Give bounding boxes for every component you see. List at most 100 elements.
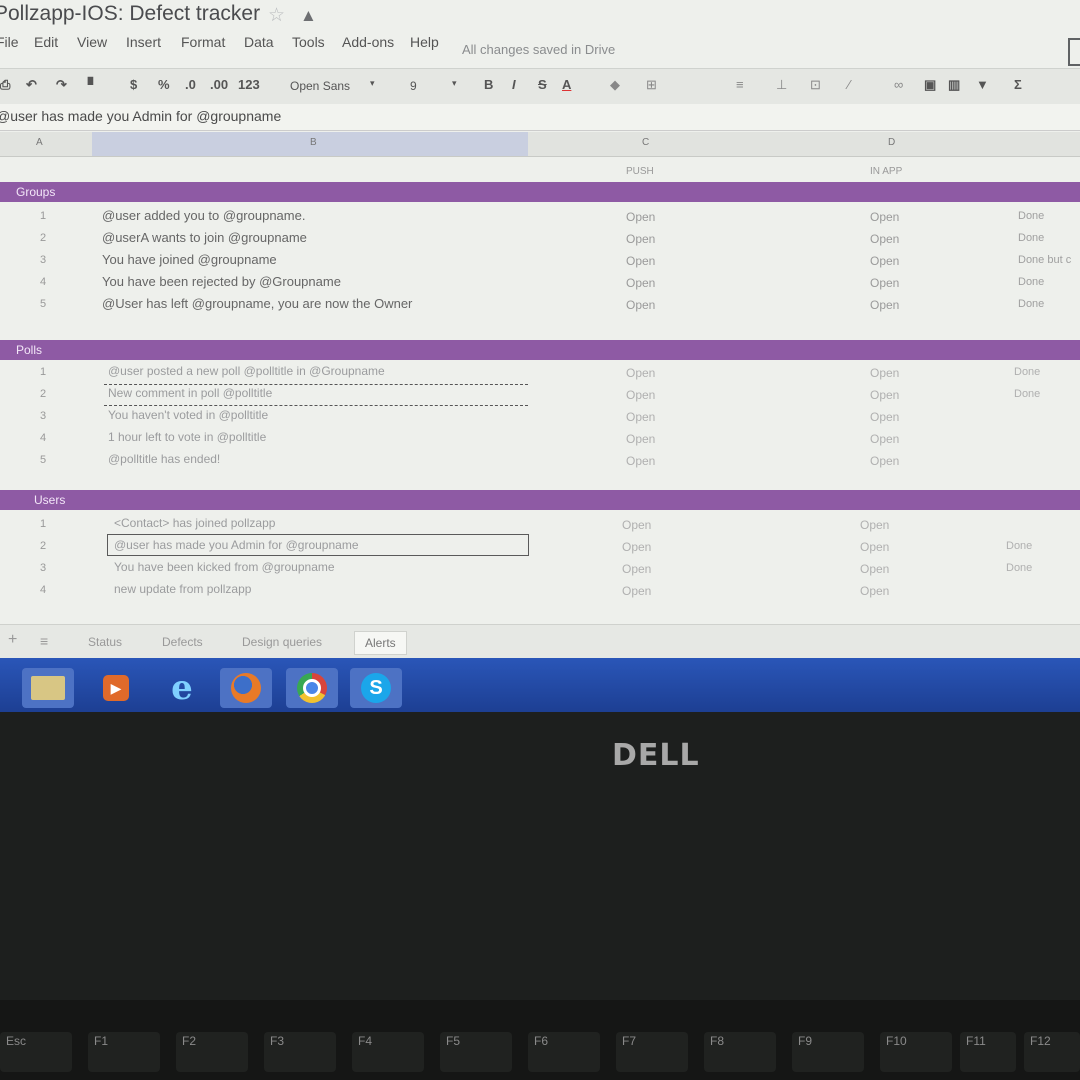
table-row[interactable]: 1 <Contact> has joined pollzapp Open Open xyxy=(0,514,1080,536)
key-f3[interactable]: F3 xyxy=(264,1032,336,1072)
alert-text: New comment in poll @polltitle xyxy=(108,386,273,400)
media-player-icon[interactable]: ▶ xyxy=(90,668,142,708)
table-row[interactable]: 4 You have been rejected by @Groupname Ope… xyxy=(0,272,1080,294)
column-header-b[interactable]: B xyxy=(92,132,528,156)
chart-icon[interactable]: ▥ xyxy=(948,77,960,93)
table-row[interactable]: 3 You have been kicked from @groupname Ope… xyxy=(0,558,1080,580)
tab-defects[interactable]: Defects xyxy=(162,635,203,649)
key-f6[interactable]: F6 xyxy=(528,1032,600,1072)
wrap-icon[interactable]: ⊡ xyxy=(810,77,821,93)
rotate-icon[interactable]: ∕ xyxy=(848,77,850,92)
menu-help[interactable]: Help xyxy=(410,34,439,50)
table-row[interactable]: 5 @User has left @groupname, you are now … xyxy=(0,294,1080,316)
bold-icon[interactable]: B xyxy=(484,77,493,92)
all-sheets-icon[interactable]: ≡ xyxy=(40,633,48,649)
more-formats-button[interactable]: 123 xyxy=(238,77,260,92)
redo-icon[interactable]: ↷ xyxy=(56,77,67,93)
decrease-decimal-button[interactable]: .0 xyxy=(185,77,196,92)
key-f2[interactable]: F2 xyxy=(176,1032,248,1072)
strikethrough-icon[interactable]: S xyxy=(538,77,547,92)
comment-icon[interactable]: ▣ xyxy=(924,77,936,93)
italic-icon[interactable]: I xyxy=(512,77,516,92)
table-row[interactable]: 3 You haven't voted in @polltitle Open Open xyxy=(0,406,1080,428)
column-header-d[interactable]: D xyxy=(888,137,895,148)
formula-value: @user has made you Admin for @groupname xyxy=(0,108,282,124)
section-header-polls[interactable]: Polls xyxy=(0,340,1080,360)
section-label: Groups xyxy=(16,185,56,199)
table-row[interactable]: 2 New comment in poll @polltitle Open Open D… xyxy=(0,384,1080,406)
key-f12[interactable]: F12 xyxy=(1024,1032,1080,1072)
alert-text: @polltitle has ended! xyxy=(108,452,221,466)
table-row[interactable]: 1 @user added you to @groupname. Open Open D… xyxy=(0,206,1080,228)
filter-icon[interactable]: ▼ xyxy=(976,77,989,92)
menu-format[interactable]: Format xyxy=(181,34,225,50)
key-esc[interactable]: Esc xyxy=(0,1032,72,1072)
menu-view[interactable]: View xyxy=(77,34,107,50)
alert-text: @userA wants to join @groupname xyxy=(102,230,307,245)
table-row[interactable]: 1 @user posted a new poll @polltitle in @… xyxy=(0,362,1080,384)
key-f8[interactable]: F8 xyxy=(704,1032,776,1072)
menu-tools[interactable]: Tools xyxy=(292,34,325,50)
row-number: 1 xyxy=(39,210,47,222)
skype-icon[interactable]: S xyxy=(350,668,402,708)
borders-icon[interactable]: ⊞ xyxy=(646,77,657,93)
paint-format-icon[interactable]: ▘ xyxy=(88,77,98,93)
firefox-icon[interactable] xyxy=(220,668,272,708)
key-f1[interactable]: F1 xyxy=(88,1032,160,1072)
chevron-down-icon: ▾ xyxy=(452,78,457,88)
table-row[interactable]: 3 You have joined @groupname Open Open Done … xyxy=(0,250,1080,272)
column-header-c[interactable]: C xyxy=(642,137,649,148)
file-explorer-icon[interactable] xyxy=(22,668,74,708)
tab-status[interactable]: Status xyxy=(88,635,122,649)
section-header-groups[interactable]: Groups xyxy=(0,182,1080,202)
increase-decimal-button[interactable]: .00 xyxy=(210,77,228,92)
link-icon[interactable]: ∞ xyxy=(894,77,903,92)
table-row[interactable]: 2 @userA wants to join @groupname Open Open… xyxy=(0,228,1080,250)
internet-explorer-icon[interactable]: e xyxy=(156,668,208,708)
undo-icon[interactable]: ↶ xyxy=(26,77,37,93)
text-color-icon[interactable]: A xyxy=(562,77,571,92)
currency-button[interactable]: $ xyxy=(130,77,137,92)
add-sheet-icon[interactable]: + xyxy=(8,631,17,649)
tab-design-queries[interactable]: Design queries xyxy=(242,635,322,649)
tab-alerts[interactable]: Alerts xyxy=(354,631,407,655)
chevron-down-icon: ▾ xyxy=(370,78,375,88)
formula-bar[interactable]: @user has made you Admin for @groupname xyxy=(0,104,1080,131)
align-icon[interactable]: ≡ xyxy=(736,77,744,92)
key-f11[interactable]: F11 xyxy=(960,1032,1016,1072)
key-f7[interactable]: F7 xyxy=(616,1032,688,1072)
star-icon[interactable]: ☆ xyxy=(268,4,285,27)
in-app-status: Open xyxy=(860,518,890,532)
menu-addons[interactable]: Add-ons xyxy=(342,34,394,50)
column-header-a[interactable]: A xyxy=(36,137,43,148)
font-select[interactable]: Open Sans ▾ xyxy=(282,75,378,97)
chrome-icon[interactable] xyxy=(286,668,338,708)
menu-bar: File Edit View Insert Format Data Tools … xyxy=(0,32,1080,57)
table-row[interactable]: 2 @user has made you Admin for @groupname… xyxy=(0,536,1080,558)
font-size-select[interactable]: 9 ▾ xyxy=(400,75,460,97)
fill-color-icon[interactable]: ◆ xyxy=(610,77,620,93)
move-to-folder-icon[interactable]: ▲ xyxy=(300,6,317,26)
key-f9[interactable]: F9 xyxy=(792,1032,864,1072)
table-row[interactable]: 5 @polltitle has ended! Open Open xyxy=(0,450,1080,472)
key-f4[interactable]: F4 xyxy=(352,1032,424,1072)
row-number: 4 xyxy=(39,432,47,444)
functions-icon[interactable]: Σ xyxy=(1014,77,1022,92)
menu-edit[interactable]: Edit xyxy=(34,34,58,50)
vertical-align-icon[interactable]: ⊥ xyxy=(776,77,787,93)
menu-file[interactable]: File xyxy=(0,34,19,50)
menu-insert[interactable]: Insert xyxy=(126,34,161,50)
alert-text: You have been rejected by @Groupname xyxy=(102,274,341,289)
in-app-status: Open xyxy=(870,432,900,446)
menu-data[interactable]: Data xyxy=(244,34,274,50)
font-size-value: 9 xyxy=(410,79,417,93)
save-status[interactable]: All changes saved in Drive xyxy=(462,42,615,57)
print-icon[interactable]: ⎙ xyxy=(0,77,10,93)
table-row[interactable]: 4 new update from pollzapp Open Open xyxy=(0,580,1080,602)
table-row[interactable]: 4 1 hour left to vote in @polltitle Open Op… xyxy=(0,428,1080,450)
percent-button[interactable]: % xyxy=(158,77,170,92)
key-f5[interactable]: F5 xyxy=(440,1032,512,1072)
key-f10[interactable]: F10 xyxy=(880,1032,952,1072)
section-header-users[interactable]: Users xyxy=(0,490,1080,510)
document-title[interactable]: Pollzapp-IOS: Defect tracker xyxy=(0,2,260,26)
